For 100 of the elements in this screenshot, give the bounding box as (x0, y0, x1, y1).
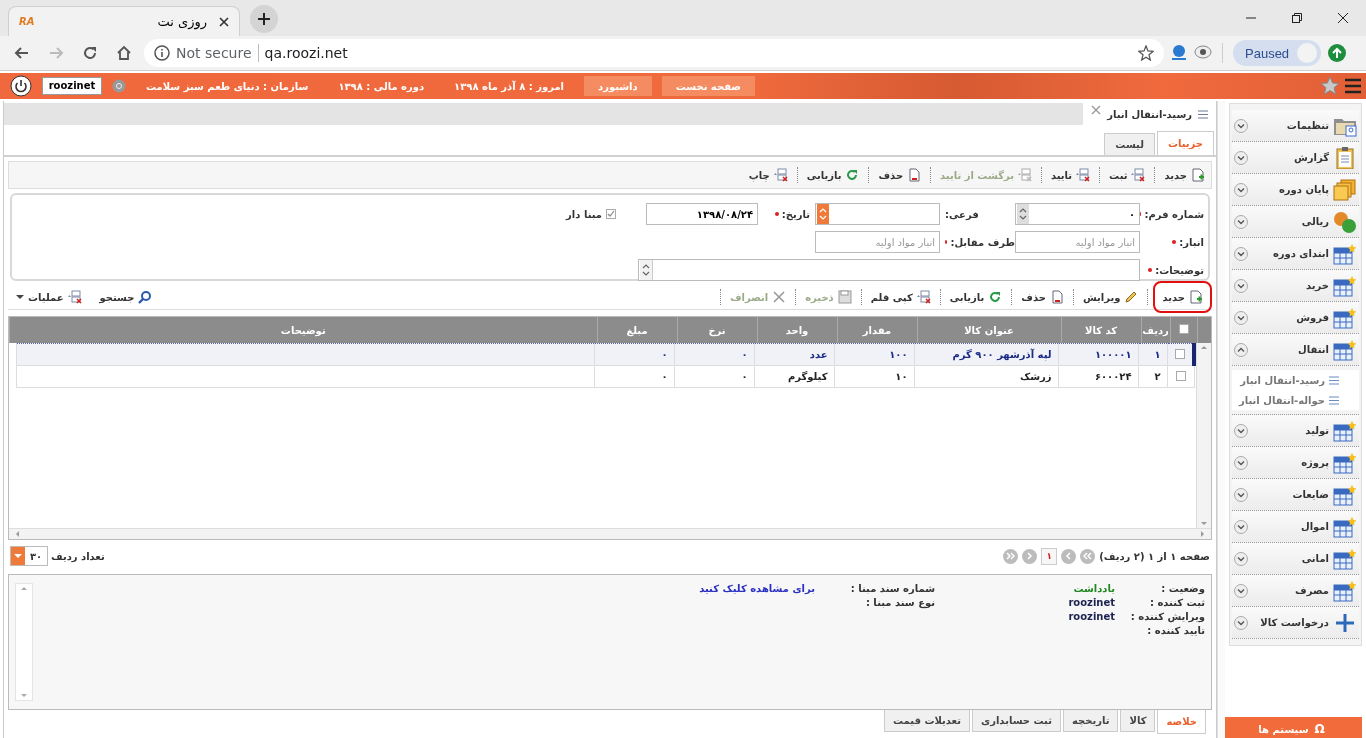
table-icon (1333, 515, 1357, 538)
sidebar-item[interactable]: انتقال (1232, 334, 1359, 366)
sidebar-item[interactable]: پروژه (1232, 447, 1359, 479)
toolbar-button[interactable]: کپی قلم (866, 288, 935, 306)
toolbar-button[interactable]: حذف (1017, 288, 1068, 306)
field-label: توضیحات: (1155, 264, 1204, 276)
table-icon (1333, 547, 1357, 570)
sidebar-item[interactable]: گزارش (1232, 142, 1359, 174)
document-arrow-icon (1076, 168, 1091, 182)
plus-icon (1333, 611, 1357, 634)
arrow-left-icon (14, 45, 30, 61)
scrollbar[interactable] (15, 583, 33, 701)
text-area[interactable] (638, 259, 1140, 281)
previous-page-button[interactable] (1061, 548, 1077, 564)
document-tab[interactable]: رسید-انتقال انبار (1083, 103, 1216, 125)
sidebar-item[interactable]: فروش (1232, 302, 1359, 334)
table-icon (1333, 274, 1357, 297)
document-arrow-icon (1131, 168, 1146, 182)
address-bar[interactable]: Not secure qa.roozi.net (144, 39, 1164, 67)
source-link[interactable]: برای مشاهده کلیک کنید (665, 583, 815, 594)
toolbar-button[interactable]: چاپ (744, 166, 792, 184)
panel-splitter[interactable] (1217, 101, 1225, 738)
profile-button[interactable]: Paused (1233, 40, 1322, 66)
last-page-button[interactable] (1003, 548, 1019, 564)
sidebar-item[interactable]: ریالی (1232, 206, 1359, 238)
close-icon (1091, 105, 1102, 115)
tab[interactable]: لیست (1104, 133, 1155, 155)
sidebar-subitem[interactable]: رسید-انتقال انبار (1232, 370, 1359, 390)
chevron-icon (1025, 552, 1035, 560)
header-info: امروز : ۸ آذر ماه ۱۳۹۸ (454, 80, 564, 92)
tab[interactable]: ثبت حسابداری (972, 710, 1061, 732)
first-page-button[interactable] (1080, 548, 1096, 564)
check-icon (607, 210, 615, 218)
sidebar-item[interactable]: مصرف (1232, 575, 1359, 607)
toolbar-button[interactable]: بازیابی (802, 166, 864, 184)
next-page-button[interactable] (1022, 548, 1038, 564)
toolbar-button[interactable]: جستجو (95, 288, 157, 306)
toolbar-button[interactable]: جدید (1158, 288, 1207, 306)
checkbox[interactable] (1175, 370, 1186, 381)
page-size-dropdown[interactable]: ۳۰ (10, 546, 48, 566)
number-field[interactable]: ۰ (1015, 203, 1140, 225)
page-number-field[interactable]: ۱ (1041, 547, 1058, 565)
sidebar-item[interactable]: امانی (1232, 543, 1359, 575)
table-icon (1333, 338, 1357, 361)
table-icon (1333, 306, 1357, 329)
new-tab-button[interactable] (250, 5, 278, 33)
pencil-icon (1124, 290, 1139, 304)
document-icon (907, 168, 922, 182)
table-cell: ۰ (594, 343, 674, 366)
table-cell: لپه آذرشهر ۹۰۰ گرم (914, 343, 1058, 366)
sidebar-item[interactable]: تنظیمات (1232, 110, 1359, 142)
scrollbar[interactable] (9, 528, 1211, 539)
avatar-icon (1297, 43, 1318, 63)
field-label: تاریخ: (781, 208, 810, 220)
summary-label: وضعیت : (1160, 583, 1205, 594)
new-document-icon (1189, 290, 1203, 304)
summary-label: نوع سند مبنا : (864, 597, 935, 608)
sidebar-item[interactable]: ابتدای دوره (1232, 238, 1359, 270)
clipboard-icon (1333, 146, 1357, 169)
table-cell: ۰ (674, 365, 754, 388)
chevron-icon (1064, 552, 1074, 560)
tab[interactable]: کالا (1120, 710, 1156, 732)
sidebar-item[interactable]: خرید (1232, 270, 1359, 302)
tab[interactable]: تعدیلات قیمت (884, 710, 970, 732)
sidebar-item[interactable]: اموال (1232, 511, 1359, 543)
toolbar-button[interactable]: بازیابی (945, 288, 1007, 306)
toolbar-button[interactable]: حذف (874, 166, 926, 184)
toolbar-button[interactable]: ثبت (1105, 166, 1150, 184)
table-cell: ۱۰۰ (834, 343, 914, 366)
header-info: دوره مالی : ۱۳۹۸ (338, 80, 425, 92)
checkbox[interactable] (1174, 348, 1185, 359)
toolbar-button[interactable]: ویرایش (1078, 288, 1143, 306)
toolbar-button[interactable]: عملیات (12, 288, 86, 306)
table-cell: زرشک (914, 365, 1058, 388)
sidebar-item[interactable]: درخواست کالا (1232, 607, 1359, 639)
document-icon (1049, 290, 1064, 304)
search-icon (138, 290, 153, 304)
close-icon (219, 16, 229, 27)
table-cell: ۱۰۰۰۰۱ (1058, 343, 1138, 366)
table-row[interactable]: ۱ ۱۰۰۰۰۱ لپه آذرشهر ۹۰۰ گرم ۱۰۰ عدد ۰ ۰ (16, 343, 1194, 366)
input-field[interactable]: ۱۳۹۸/۰۸/۲۴ (646, 203, 758, 225)
dropdown[interactable] (815, 203, 940, 225)
plus-icon (258, 13, 270, 25)
table-cell: ۱ (1138, 343, 1167, 366)
sidebar-item[interactable]: پایان دوره (1232, 174, 1359, 206)
toolbar-button[interactable]: تایید (1046, 166, 1095, 184)
sidebar-item[interactable]: ضایعات (1232, 479, 1359, 511)
scrollbar[interactable] (1196, 343, 1211, 528)
checkbox[interactable] (606, 209, 616, 219)
close-button[interactable] (1091, 105, 1102, 115)
double-chevron-icon (1083, 552, 1093, 560)
table-icon (1333, 419, 1357, 442)
tab[interactable]: تاریخچه (1062, 710, 1119, 732)
sidebar-item[interactable]: تولید (1232, 415, 1359, 447)
table-row[interactable]: ۲ ۶۰۰۰۲۴ زرشک ۱۰ کیلوگرم ۰ ۰ (16, 365, 1194, 388)
status-value: یادداشت (1072, 583, 1115, 594)
sidebar-subitem[interactable]: حواله-انتقال انبار (1232, 390, 1359, 410)
select-all-checkbox[interactable] (1178, 324, 1189, 334)
toolbar-button[interactable]: جدید (1160, 166, 1209, 184)
document-arrow-icon (67, 290, 82, 304)
